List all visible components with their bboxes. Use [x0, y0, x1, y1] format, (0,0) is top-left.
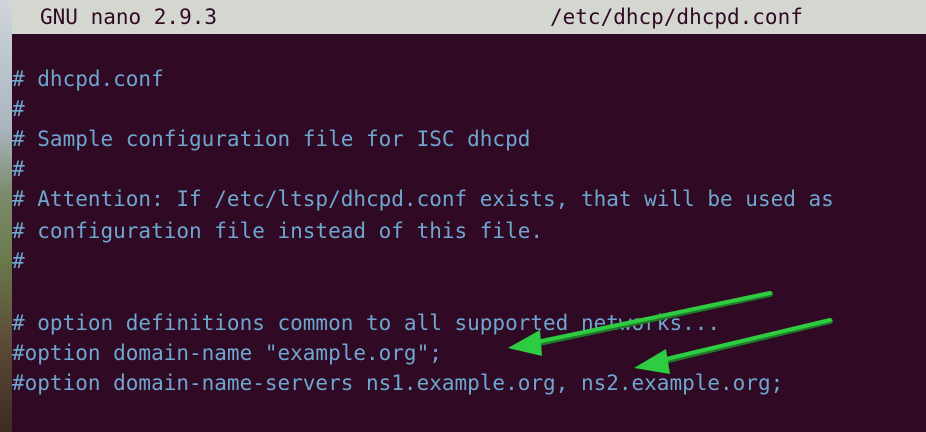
editor-line-1[interactable]: # dhcpd.conf	[12, 64, 164, 94]
editor-line-2[interactable]: #	[12, 94, 25, 124]
editor-line-10[interactable]: #option domain-name "example.org";	[12, 338, 442, 368]
editor-line-9[interactable]: # option definitions common to all suppo…	[12, 308, 720, 338]
terminal-window[interactable]: GNU nano 2.9.3 /etc/dhcp/dhcpd.conf # dh…	[12, 0, 926, 432]
editor-line-3[interactable]: # Sample configuration file for ISC dhcp…	[12, 124, 530, 154]
editor-line-6[interactable]: # configuration file instead of this fil…	[12, 216, 543, 246]
nano-version-label: GNU nano 2.9.3	[40, 5, 218, 29]
nano-title-bar: GNU nano 2.9.3 /etc/dhcp/dhcpd.conf	[12, 0, 926, 34]
file-path-label: /etc/dhcp/dhcpd.conf	[550, 5, 803, 29]
screen: GNU nano 2.9.3 /etc/dhcp/dhcpd.conf # dh…	[0, 0, 926, 432]
editor-line-11[interactable]: #option domain-name-servers ns1.example.…	[12, 368, 783, 398]
editor-buffer[interactable]: # dhcpd.conf # # Sample configuration fi…	[12, 34, 926, 432]
editor-line-5[interactable]: # Attention: If /etc/ltsp/dhcpd.conf exi…	[12, 184, 834, 214]
editor-line-7[interactable]: #	[12, 246, 25, 276]
editor-line-4[interactable]: #	[12, 154, 25, 184]
